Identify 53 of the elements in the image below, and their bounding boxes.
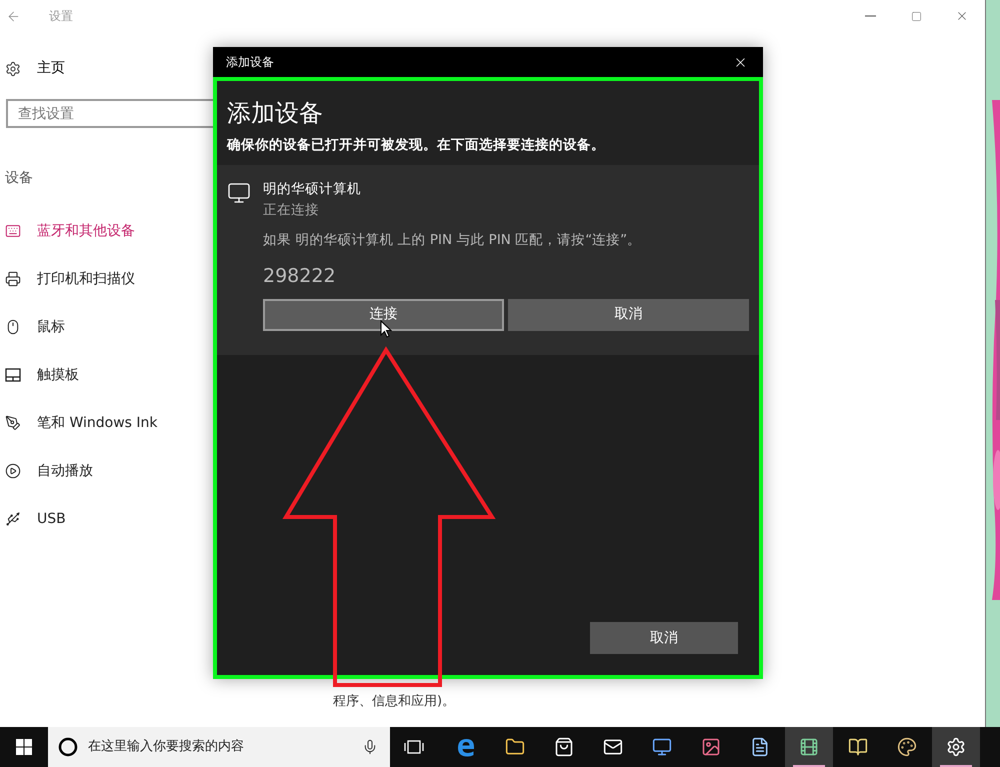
taskbar-search-input[interactable]: 在这里输入你要搜索的内容 bbox=[88, 737, 352, 757]
nav-item[interactable]: 鼠标 bbox=[0, 303, 69, 351]
dialog-description: 确保你的设备已打开并可被发现。在下面选择要连接的设备。 bbox=[227, 136, 606, 155]
nav-item[interactable]: USB bbox=[0, 495, 70, 543]
microphone-icon[interactable] bbox=[362, 739, 378, 755]
active-indicator bbox=[940, 765, 972, 767]
device-button[interactable]: 连接 bbox=[263, 298, 504, 330]
window-title: 设置 bbox=[49, 8, 73, 25]
computer-icon bbox=[227, 181, 251, 206]
home-link[interactable]: 主页 bbox=[37, 58, 65, 79]
circle-icon bbox=[58, 737, 78, 757]
play-circle-icon bbox=[5, 463, 21, 479]
task-view-icon bbox=[404, 740, 424, 754]
browser-swirl-icon bbox=[456, 737, 476, 757]
folder-icon bbox=[505, 737, 525, 757]
device-status: 正在连接 bbox=[263, 200, 320, 220]
nav-item[interactable]: 打印机和扫描仪 bbox=[0, 255, 139, 303]
pin-code: 298222 bbox=[263, 264, 337, 289]
nav-item[interactable]: 自动播放 bbox=[0, 447, 97, 495]
device-name: 明的华硕计算机 bbox=[263, 180, 362, 200]
settings-icon bbox=[946, 737, 966, 757]
mouse-icon bbox=[5, 319, 21, 335]
taskbar-app-button[interactable] bbox=[932, 727, 980, 767]
windows-logo-icon bbox=[16, 739, 32, 755]
settings-icon bbox=[5, 60, 21, 76]
nav-item[interactable]: 笔和 Windows Ink bbox=[0, 399, 162, 447]
nav-item[interactable]: 蓝牙和其他设备 bbox=[0, 207, 139, 255]
section-heading: 设备 bbox=[5, 169, 33, 188]
cancel-button[interactable]: 取消 bbox=[590, 622, 738, 654]
maximize-icon bbox=[910, 10, 922, 22]
document-icon bbox=[750, 737, 770, 757]
monitor-icon bbox=[652, 737, 672, 757]
description-text: 程序、信息和应用)。 bbox=[333, 692, 456, 710]
touchpad-icon bbox=[5, 368, 21, 382]
palette-icon bbox=[897, 737, 917, 757]
taskbar-app-button[interactable] bbox=[785, 727, 833, 767]
minimize-icon bbox=[864, 15, 876, 17]
image-icon bbox=[701, 737, 721, 757]
taskbar-search-bar[interactable]: 在这里输入你要搜索的内容 bbox=[48, 727, 390, 767]
pen-icon bbox=[5, 415, 21, 431]
mouse-cursor-icon bbox=[380, 320, 392, 338]
mail-icon bbox=[603, 737, 623, 757]
active-indicator bbox=[793, 765, 825, 767]
printer-icon bbox=[5, 271, 21, 287]
film-icon bbox=[799, 737, 819, 757]
pin-message: 如果 明的华硕计算机 上的 PIN 与此 PIN 匹配，请按“连接”。 bbox=[263, 230, 642, 250]
shopping-bag-icon bbox=[554, 737, 574, 757]
device-button[interactable]: 取消 bbox=[508, 298, 749, 330]
dialog-title: 添加设备 bbox=[226, 54, 274, 71]
keyboard-icon bbox=[5, 223, 21, 239]
book-icon bbox=[848, 737, 868, 757]
usb-icon bbox=[5, 511, 21, 527]
nav-item[interactable]: 触摸板 bbox=[0, 351, 83, 399]
